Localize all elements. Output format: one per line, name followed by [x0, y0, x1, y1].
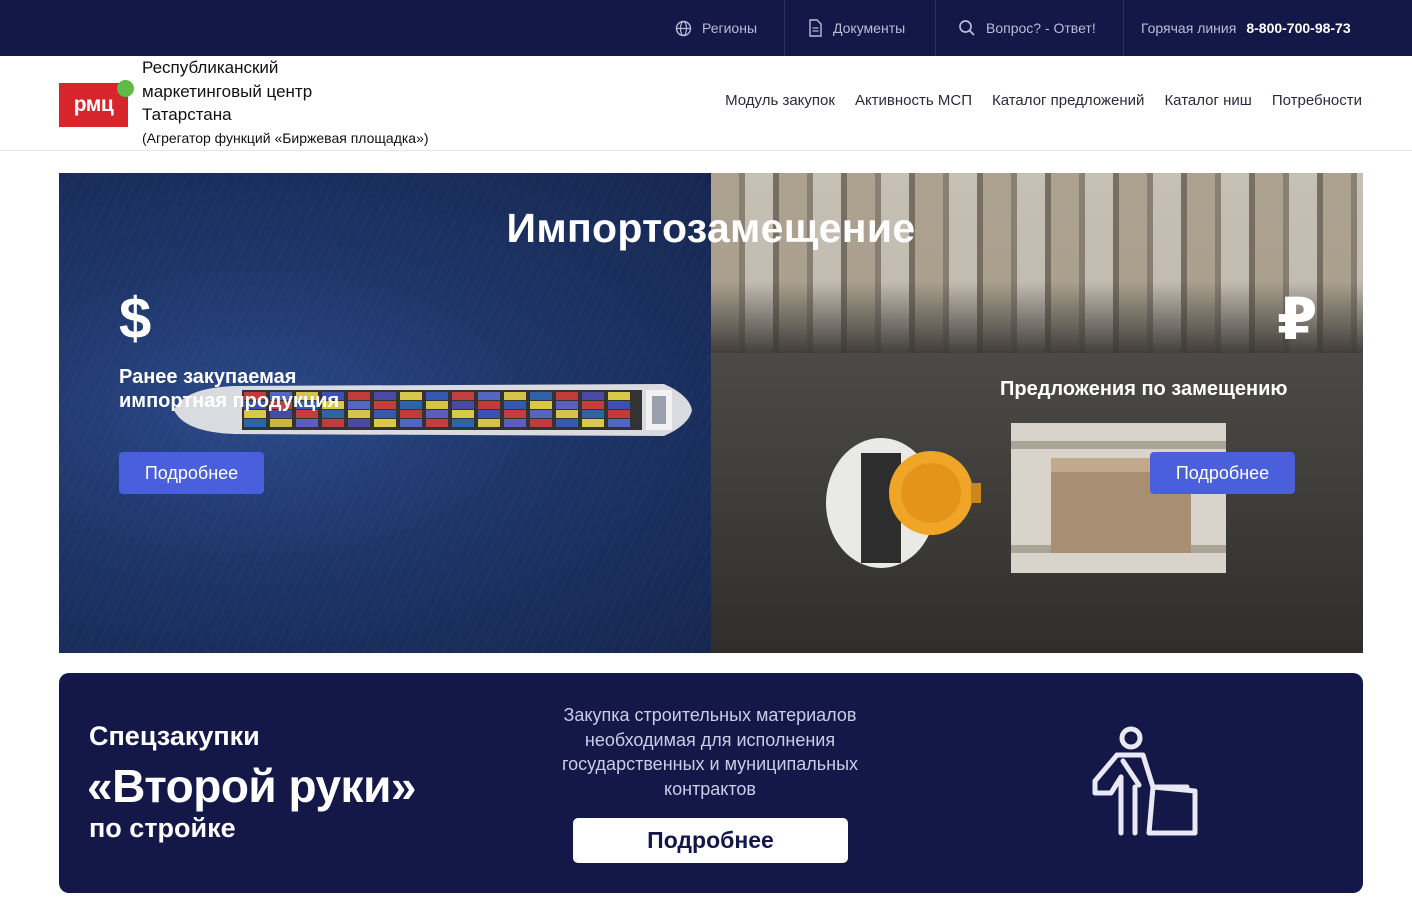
imported-products-line: Ранее закупаемая	[119, 366, 297, 388]
warehouse-worker-image	[826, 438, 981, 568]
divider	[935, 0, 936, 56]
hero-title: Импортозамещение	[506, 205, 916, 251]
org-subtitle: (Агрегатор функций «Биржевая площадка»)	[142, 129, 429, 146]
hotline: Горячая линия 8-800-700-98-73	[1141, 0, 1351, 56]
construction-worker-icon	[1092, 726, 1198, 836]
ruble-icon: ₽	[1277, 287, 1318, 352]
nav-procurement-module[interactable]: Модуль закупок	[725, 92, 835, 109]
banner-title-line2: «Второй руки»	[87, 760, 416, 812]
nav-needs[interactable]: Потребности	[1272, 92, 1362, 109]
documents-label: Документы	[833, 20, 906, 36]
warehouse-shadow	[711, 173, 1363, 353]
imported-products-text: Ранее закупаемая импортная продукция	[119, 365, 339, 413]
banner-title-line3: по стройке	[89, 813, 236, 843]
faq-link[interactable]: Вопрос? - Ответ!	[958, 0, 1096, 56]
logo-dot	[117, 80, 134, 97]
documents-link[interactable]: Документы	[808, 0, 905, 56]
main-nav: Модуль закупок Активность МСП Каталог пр…	[725, 92, 1362, 109]
banner-description: Закупка строительных материалов необходи…	[561, 705, 859, 799]
regions-link[interactable]: Регионы	[675, 0, 757, 56]
site-header: рмц Республиканский маркетинговый центр …	[0, 56, 1412, 151]
special-procurement-banner: Спецзакупки «Второй руки» по стройке Зак…	[59, 673, 1363, 893]
org-name: Республиканский маркетинговый центр Тата…	[142, 56, 482, 149]
divider	[1123, 0, 1124, 56]
banner-more-button[interactable]: Подробнее	[573, 818, 848, 863]
banner-title-line1: Спецзакупки	[89, 721, 260, 751]
org-name-line: Татарстана	[142, 105, 232, 124]
hotline-phone[interactable]: 8-800-700-98-73	[1246, 20, 1350, 36]
faq-label: Вопрос? - Ответ!	[986, 20, 1096, 36]
nav-niches-catalog[interactable]: Каталог ниш	[1164, 92, 1251, 109]
top-bar: Регионы Документы Вопрос? - Ответ! Горяч…	[0, 0, 1412, 56]
org-name-line: маркетинговый центр	[142, 81, 313, 101]
nav-msp-activity[interactable]: Активность МСП	[855, 92, 972, 109]
replacement-offers-more-button[interactable]: Подробнее	[1150, 452, 1295, 494]
imported-products-more-button[interactable]: Подробнее	[119, 452, 264, 494]
imported-products-line: импортная продукция	[119, 390, 340, 412]
regions-label: Регионы	[702, 20, 758, 36]
logo-text: рмц	[73, 93, 114, 116]
pallet-with-box-image	[1011, 423, 1226, 573]
org-name-line: Республиканский	[142, 58, 279, 77]
document-icon	[809, 19, 822, 37]
hero-banner: Импортозамещение $ Ранее закупаемая импо…	[59, 173, 1363, 653]
nav-offers-catalog[interactable]: Каталог предложений	[992, 92, 1144, 109]
replacement-offers-text: Предложения по замещению	[1000, 378, 1288, 400]
hotline-label: Горячая линия	[1141, 20, 1237, 36]
divider	[784, 0, 785, 56]
globe-icon	[675, 20, 692, 36]
search-icon	[959, 20, 975, 36]
dollar-icon: $	[119, 286, 152, 351]
